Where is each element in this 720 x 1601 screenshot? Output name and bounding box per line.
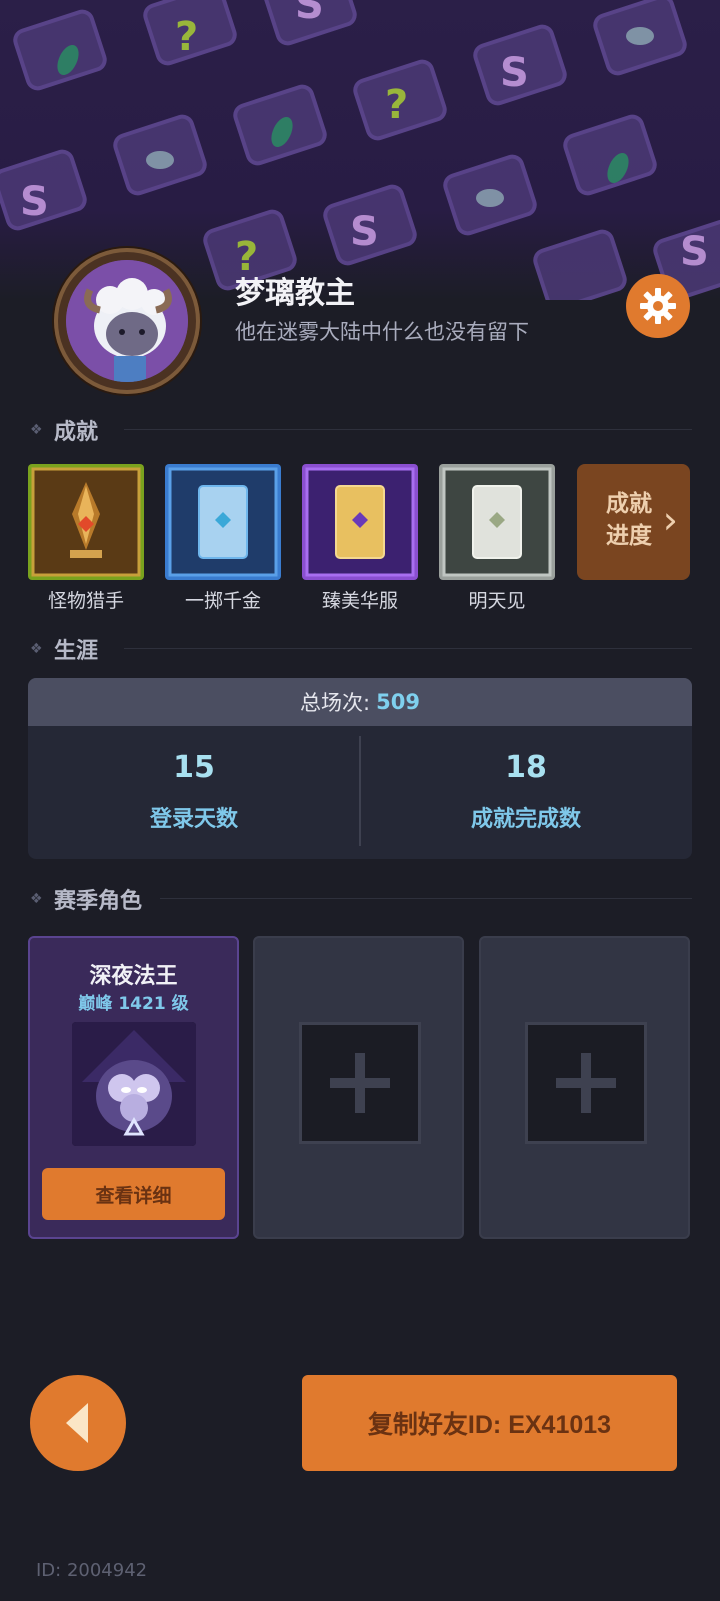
diamond-icon: ❖	[30, 422, 43, 438]
avatar[interactable]	[54, 248, 200, 394]
season-role-card[interactable]: 深夜法王 巅峰 1421 级 查看详细	[28, 936, 239, 1239]
achievement-label: 明天见	[468, 590, 526, 612]
section-title: 成就	[54, 420, 99, 445]
back-arrow-icon	[66, 1403, 88, 1443]
achievement-label: 臻美华服	[321, 590, 398, 612]
stat-value: 15	[173, 750, 215, 785]
achievement-item[interactable]: 一掷千金	[165, 464, 281, 613]
achievement-progress-label: 成就 进度	[606, 491, 652, 549]
stat-achievements-completed: 18 成就完成数	[360, 726, 692, 859]
svg-text:S: S	[20, 179, 49, 225]
achievement-label: 一掷千金	[184, 590, 261, 612]
view-details-button[interactable]: 查看详细	[42, 1168, 225, 1220]
divider	[160, 898, 692, 899]
season-roles-header: ❖ 赛季角色	[28, 883, 692, 914]
achievement-item[interactable]: 臻美华服	[302, 464, 418, 613]
monster-hunter-badge-icon	[28, 464, 144, 580]
stat-login-days: 15 登录天数	[28, 726, 360, 859]
chevron-right-icon: ›	[662, 498, 678, 542]
svg-text:S: S	[500, 50, 529, 96]
avatar-image	[66, 260, 188, 382]
settings-button[interactable]	[626, 274, 690, 338]
empty-role-slot[interactable]	[253, 936, 464, 1239]
card-badge-blue-icon	[165, 464, 281, 580]
svg-text:?: ?	[175, 14, 198, 60]
empty-role-slot[interactable]	[479, 936, 690, 1239]
total-matches: 总场次: 509	[28, 678, 692, 726]
role-rank: 巅峰 1421 级	[78, 994, 189, 1014]
achievement-label: 怪物猎手	[47, 590, 124, 612]
svg-text:S: S	[680, 229, 709, 275]
plus-icon	[330, 1053, 390, 1113]
divider	[124, 648, 692, 649]
total-matches-value: 509	[376, 690, 420, 714]
role-portrait	[72, 1022, 196, 1146]
diamond-icon: ❖	[30, 891, 43, 907]
player-motto: 他在迷雾大陆中什么也没有留下	[235, 320, 529, 344]
role-name: 深夜法王	[89, 964, 178, 989]
achievement-item[interactable]: 明天见	[439, 464, 555, 613]
achievements-header: ❖ 成就	[28, 414, 692, 445]
svg-text:S: S	[350, 209, 379, 255]
section-title: 赛季角色	[54, 889, 143, 914]
add-role-slot[interactable]	[525, 1022, 647, 1144]
career-card: 总场次: 509 15 登录天数 18 成就完成数	[28, 678, 692, 859]
player-name: 梦璃教主	[235, 276, 355, 311]
card-badge-silver-icon	[439, 464, 555, 580]
stat-label: 成就完成数	[470, 807, 581, 832]
card-badge-purple-icon	[302, 464, 418, 580]
player-id: ID: 2004942	[36, 1560, 148, 1581]
profile-page: S S S S S ? ? ? 梦璃教主 他在迷雾大陆中什么也没有留下 ❖ 成就…	[0, 0, 720, 1601]
stat-label: 登录天数	[149, 807, 238, 832]
achievement-progress-button[interactable]: 成就 进度 ›	[577, 464, 690, 580]
copy-friend-id-button[interactable]: 复制好友ID: EX41013	[302, 1375, 677, 1471]
section-title: 生涯	[54, 639, 99, 664]
achievement-item[interactable]: 怪物猎手	[28, 464, 144, 613]
plus-icon	[556, 1053, 616, 1113]
career-header: ❖ 生涯	[28, 633, 692, 664]
gear-icon	[640, 288, 676, 324]
diamond-icon: ❖	[30, 641, 43, 657]
svg-text:?: ?	[385, 82, 408, 128]
add-role-slot[interactable]	[299, 1022, 421, 1144]
back-button[interactable]	[30, 1375, 126, 1471]
svg-text:S: S	[295, 0, 324, 28]
stat-value: 18	[505, 750, 547, 785]
divider	[124, 429, 692, 430]
